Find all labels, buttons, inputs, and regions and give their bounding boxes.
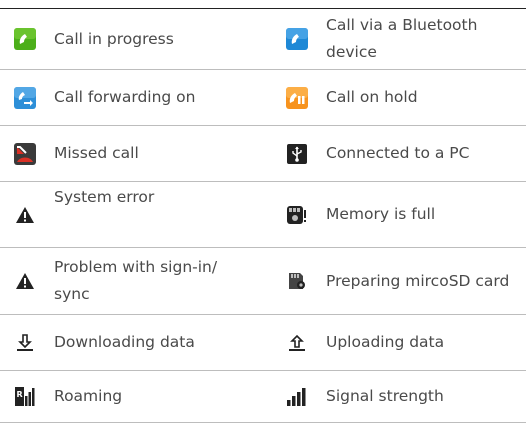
call-on-hold-icon (272, 70, 322, 125)
upload-label: Uploading data (326, 333, 445, 351)
memory-full-icon (272, 182, 322, 247)
table-row: Downloading data Uploading data (0, 315, 526, 371)
sync-problem-label: Problem with sign-in/ sync (54, 258, 218, 303)
table-row: Missed call Connected to a PC (0, 126, 526, 182)
table-row: Problem with sign-in/ sync Preparing mir… (0, 248, 526, 315)
table-row: Call in progress Call via a Bluetooth de… (0, 9, 526, 70)
missed-call-label: Missed call (54, 144, 139, 162)
sync-problem-icon (0, 248, 50, 314)
download-icon (0, 315, 50, 370)
status-icon-table: Call in progress Call via a Bluetooth de… (0, 8, 526, 423)
download-label: Downloading data (54, 333, 195, 351)
missed-call-icon (0, 126, 50, 181)
bluetooth-call-label: Call via a Bluetooth device (326, 16, 478, 61)
table-row: System error Memory is full (0, 182, 526, 248)
preparing-sd-card-label: Preparing mircoSD card (326, 271, 510, 290)
signal-strength-icon (272, 371, 322, 422)
memory-full-label: Memory is full (326, 205, 436, 223)
call-on-hold-label: Call on hold (326, 88, 418, 106)
bluetooth-call-icon (272, 9, 322, 69)
signal-strength-label: Signal strength (326, 387, 444, 405)
roaming-icon: R (0, 371, 50, 422)
table-row: Call forwarding on Call on hold (0, 70, 526, 126)
call-in-progress-label: Call in progress (54, 29, 174, 48)
svg-text:R: R (17, 390, 23, 399)
preparing-sd-card-icon (272, 248, 322, 314)
usb-connected-icon (272, 126, 322, 181)
table-row: R Roaming Signal strength (0, 371, 526, 423)
usb-connected-label: Connected to a PC (326, 144, 470, 162)
system-error-label: System error (54, 188, 155, 206)
system-error-icon (0, 182, 50, 247)
call-forwarding-icon (0, 70, 50, 125)
upload-icon (272, 315, 322, 370)
call-in-progress-icon (0, 9, 50, 69)
call-forwarding-label: Call forwarding on (54, 88, 196, 106)
roaming-label: Roaming (54, 387, 123, 405)
